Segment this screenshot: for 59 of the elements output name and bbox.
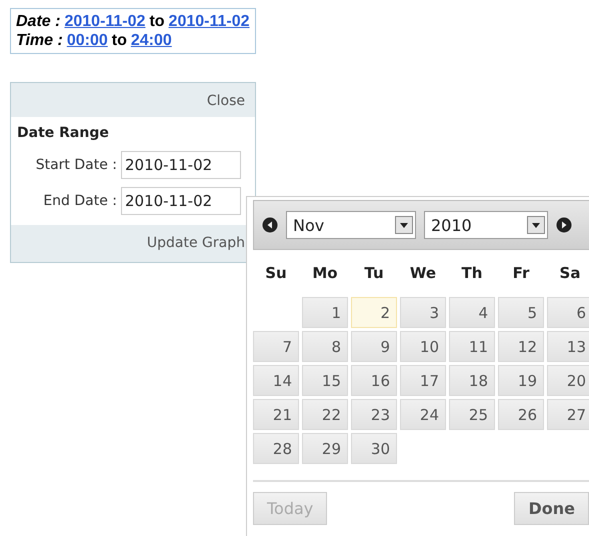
weekday-label: Th <box>460 263 484 284</box>
done-button[interactable]: Done <box>514 492 589 525</box>
weekday-label: Mo <box>311 263 339 284</box>
date-field[interactable]: 2010-11-02 <box>121 187 241 215</box>
day-cell[interactable]: 26 <box>498 399 544 430</box>
date-field[interactable]: 2010-11-02 <box>121 151 241 179</box>
day-cell[interactable]: 16 <box>351 365 397 396</box>
day-cell[interactable]: 7 <box>253 331 299 362</box>
day-cell[interactable]: 29 <box>302 433 348 464</box>
summary-link[interactable]: 2010-11-02 <box>168 12 250 31</box>
day-cell[interactable]: 25 <box>449 399 495 430</box>
update-graph-button[interactable]: Update Graph <box>146 235 245 251</box>
weekday-label: Tu <box>363 263 385 284</box>
day-cell[interactable]: 1 <box>302 297 348 328</box>
summary-label: Time : <box>16 31 63 50</box>
weekday-label: Fr <box>512 263 530 284</box>
dropdown[interactable]: 2010 <box>424 211 548 239</box>
field-label: Start Date : <box>34 157 118 173</box>
field-label: End Date : <box>42 193 118 209</box>
day-cell[interactable]: 18 <box>449 365 495 396</box>
day-cell[interactable]: 6 <box>547 297 589 328</box>
caret-icon <box>527 216 545 234</box>
panel-title: Date Range <box>16 124 110 143</box>
day-cell[interactable]: 24 <box>400 399 446 430</box>
summary-text: to <box>149 12 165 31</box>
day-cell[interactable]: 12 <box>498 331 544 362</box>
day-cell[interactable]: 3 <box>400 297 446 328</box>
day-cell[interactable]: 2 <box>351 297 397 328</box>
summary-text: to <box>112 31 127 50</box>
day-cell[interactable]: 9 <box>351 331 397 362</box>
day-cell[interactable]: 19 <box>498 365 544 396</box>
weekday-label: Su <box>264 263 288 284</box>
day-cell[interactable]: 8 <box>302 331 348 362</box>
day-cell[interactable]: 17 <box>400 365 446 396</box>
day-cell[interactable]: 20 <box>547 365 589 396</box>
day-cell[interactable]: 14 <box>253 365 299 396</box>
day-cell[interactable]: 11 <box>449 331 495 362</box>
summary-link[interactable]: 24:00 <box>130 31 172 50</box>
day-cell[interactable]: 23 <box>351 399 397 430</box>
day-cell[interactable]: 4 <box>449 297 495 328</box>
day-cell[interactable]: 22 <box>302 399 348 430</box>
day-cell[interactable]: 27 <box>547 399 589 430</box>
day-cell[interactable]: 15 <box>302 365 348 396</box>
next-icon[interactable] <box>556 217 572 233</box>
dropdown[interactable]: Nov <box>286 211 416 239</box>
weekday-label: Sa <box>558 263 582 284</box>
day-cell[interactable]: 30 <box>351 433 397 464</box>
summary-link[interactable]: 00:00 <box>66 31 108 50</box>
day-cell[interactable]: 10 <box>400 331 446 362</box>
weekday-label: We <box>408 263 438 284</box>
close-link[interactable]: Close <box>206 93 245 109</box>
day-cell[interactable]: 21 <box>253 399 299 430</box>
summary-link[interactable]: 2010-11-02 <box>64 12 146 31</box>
day-cell[interactable]: 28 <box>253 433 299 464</box>
previous-icon[interactable] <box>262 217 278 233</box>
day-cell[interactable]: 13 <box>547 331 589 362</box>
caret-icon <box>395 216 413 234</box>
day-cell[interactable]: 5 <box>498 297 544 328</box>
summary-label: Date : <box>16 12 60 31</box>
